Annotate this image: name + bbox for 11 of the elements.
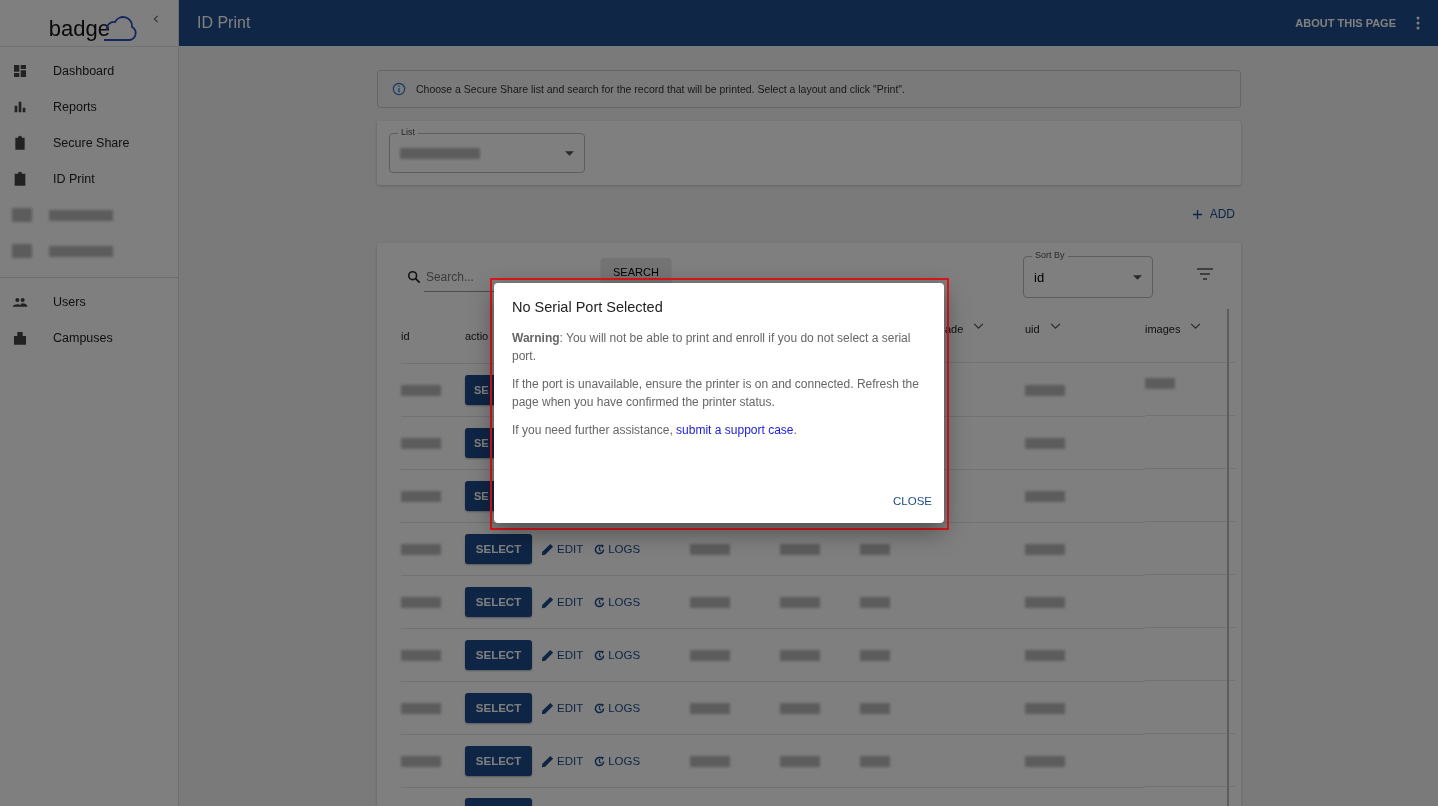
page-title: ID Print: [197, 14, 251, 32]
dialog-paragraph: If the port is unavailable, ensure the printer is on and connected. Refresh the page when you have confirmed the printer status.: [512, 376, 920, 411]
column-header: id: [401, 330, 410, 342]
column-header: actio: [465, 330, 489, 342]
dialog-paragraph: If you need further assistance, submit a support case.: [512, 422, 798, 439]
dialog-title: No Serial Port Selected: [511, 298, 664, 315]
dialog-paragraph: Warning: You will not be able to print and enroll if you do not select a serial port.: [512, 330, 912, 365]
column-header: images: [1145, 323, 1181, 335]
info-text: Choose a Secure Share list and search for the record that will be printed. Select a layout and click "Print".: [416, 83, 905, 95]
badge-logo: badge: [48, 6, 140, 40]
column-header: uid: [1025, 323, 1040, 335]
